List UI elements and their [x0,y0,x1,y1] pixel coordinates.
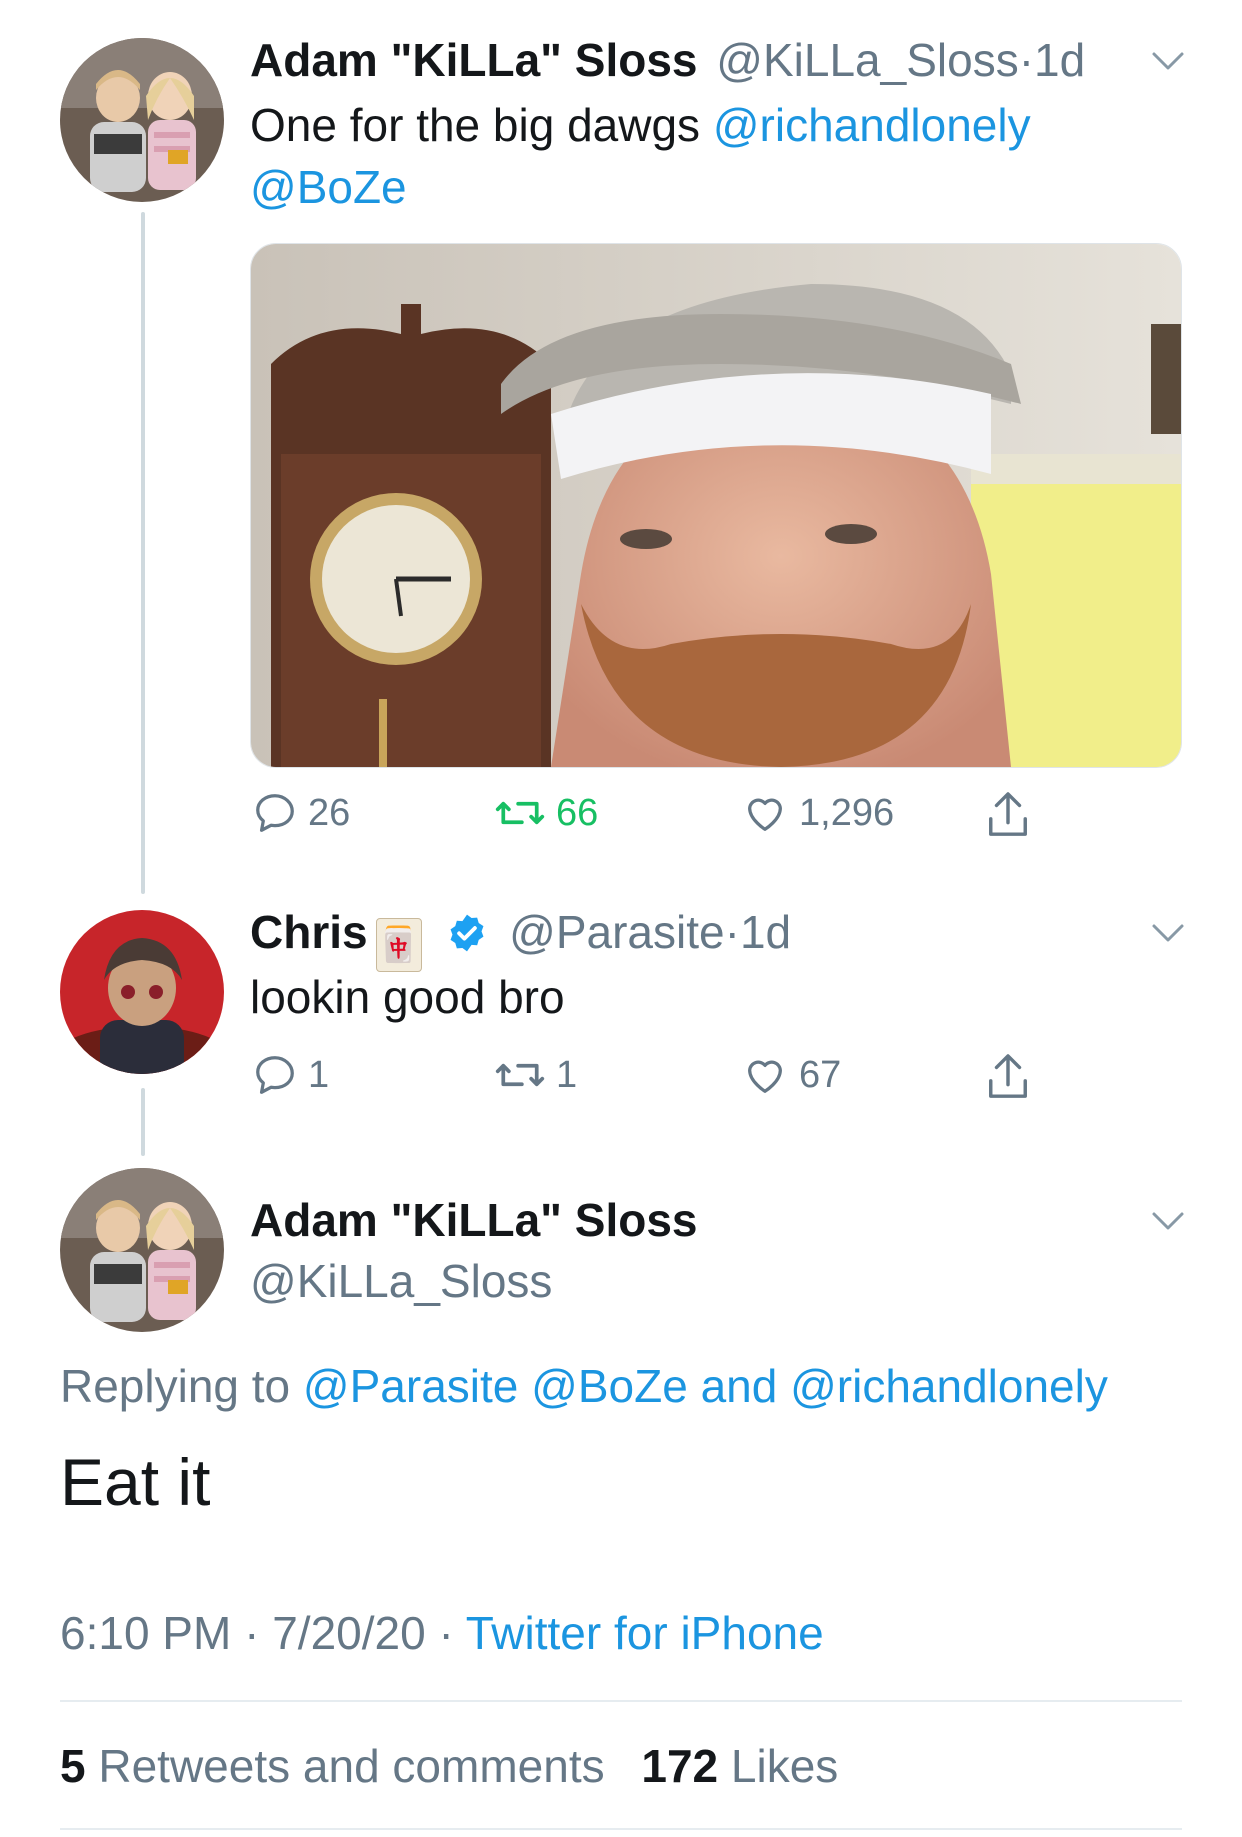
retweet-count: 1 [556,1053,578,1096]
tweet-text-plain: One for the big dawgs [250,99,713,151]
avatar[interactable] [60,1168,224,1332]
tweet-date: 7/20/20 [272,1607,426,1659]
reply-icon [256,794,294,832]
thread-line [141,1088,145,1156]
handle[interactable]: @KiLLa_Sloss [716,34,1018,86]
reply-count: 1 [308,1053,330,1096]
thread-line [141,212,145,894]
share-icon [989,1054,1027,1098]
reply-mentions-link[interactable]: @Parasite @BoZe and @richandlonely [303,1360,1108,1412]
tweet-text: One for the big dawgs @richandlonely @Bo… [250,94,1150,218]
tweet-text: lookin good bro [250,971,565,1023]
likes-label: Likes [718,1740,839,1792]
reply-icon [256,1056,294,1094]
handle[interactable]: @Parasite [509,906,724,958]
separator: · [231,1607,273,1659]
chevron-down-icon[interactable] [1148,40,1188,80]
retweet-icon [495,801,545,825]
display-name[interactable]: Adam "KiLLa" Sloss [250,1192,698,1248]
replying-to: Replying to @Parasite @BoZe and @richand… [60,1358,1108,1414]
retweet-icon [495,1063,545,1087]
reply-action[interactable]: 26 [252,790,350,836]
chevron-down-icon[interactable] [1148,1200,1188,1240]
mention-link[interactable]: @richandlonely [713,99,1031,151]
retweet-count: 66 [556,791,599,834]
name-emoji: 🀄 [375,918,422,972]
share-action[interactable] [985,1052,1041,1102]
avatar[interactable] [60,38,224,202]
likes-count: 172 [641,1740,719,1792]
tweet-media-image[interactable] [250,243,1182,768]
replying-prefix: Replying to [60,1360,303,1412]
separator: · [1018,34,1035,86]
engagement-stats: 5 Retweets and comments 172 Likes [60,1738,838,1794]
divider [60,1700,1182,1702]
tweet-time: 6:10 PM [60,1607,232,1659]
main-tweet-text: Eat it [60,1445,211,1519]
like-icon [748,1060,782,1093]
likes-stat[interactable]: 172 Likes [641,1740,838,1792]
avatar[interactable] [60,910,224,1074]
like-action[interactable]: 1,296 [741,790,894,836]
mention-link[interactable]: @BoZe [250,161,407,213]
handle[interactable]: @KiLLa_Sloss [250,1253,552,1309]
tweet-header: Adam "KiLLa" Sloss @KiLLa_Sloss·1d [250,32,1085,88]
reply-action[interactable]: 1 [252,1052,329,1098]
like-count: 1,296 [799,791,895,834]
like-action[interactable]: 67 [741,1052,841,1098]
retweets-count: 5 [60,1740,86,1792]
retweet-action[interactable]: 66 [494,790,598,836]
retweets-stat[interactable]: 5 Retweets and comments [60,1740,617,1792]
tweet-meta: 6:10 PM · 7/20/20 · Twitter for iPhone [60,1605,824,1661]
tweet-header: Chris 🀄 @Parasite·1d [250,904,791,972]
tweet-source-link[interactable]: Twitter for iPhone [466,1607,824,1659]
display-name[interactable]: Chris [250,906,368,958]
display-name[interactable]: Adam "KiLLa" Sloss [250,34,698,86]
separator: · [425,1607,466,1659]
timestamp[interactable]: 1d [740,906,791,958]
retweets-label: Retweets and comments [85,1740,605,1792]
share-icon [989,792,1027,836]
like-icon [748,798,782,831]
separator: · [724,906,740,958]
divider [60,1828,1182,1830]
verified-badge-icon [450,914,484,952]
share-action[interactable] [985,790,1041,840]
like-count: 67 [799,1053,842,1096]
chevron-down-icon[interactable] [1148,912,1188,952]
retweet-action[interactable]: 1 [494,1052,577,1098]
reply-count: 26 [308,791,351,834]
timestamp[interactable]: 1d [1034,34,1085,86]
